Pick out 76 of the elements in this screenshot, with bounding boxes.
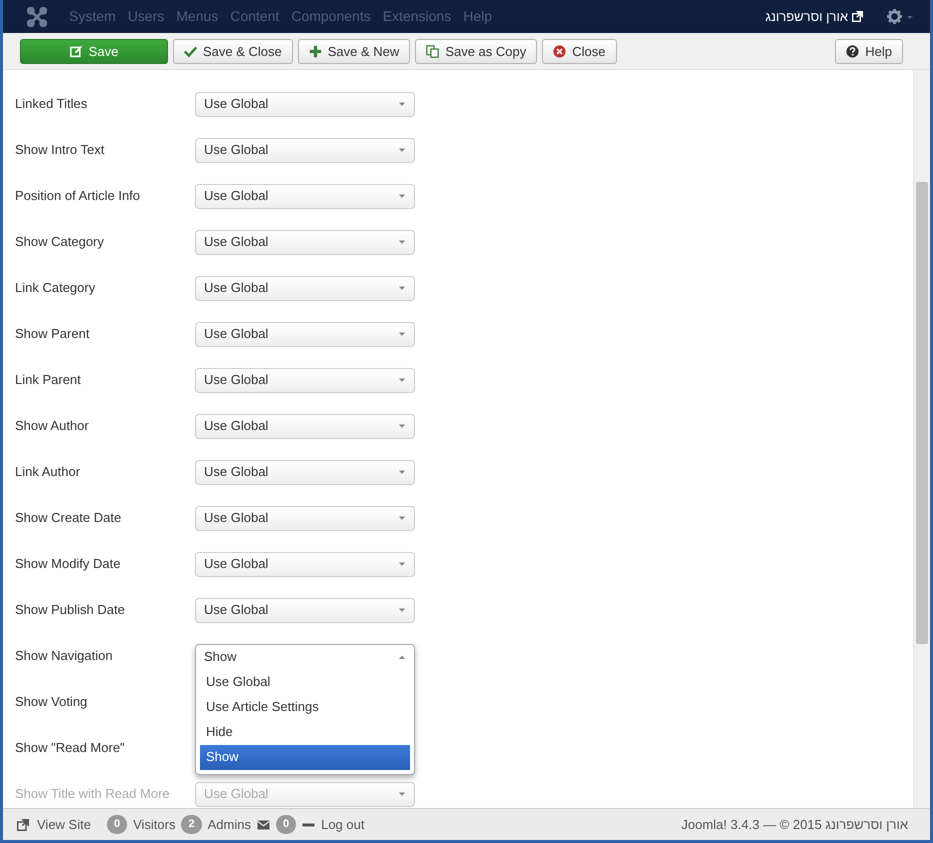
help-icon xyxy=(846,44,860,58)
dropdown-option[interactable]: Use Global xyxy=(200,670,410,694)
scrollbar[interactable] xyxy=(913,70,930,808)
select-field[interactable]: Use Global xyxy=(195,368,415,392)
select-field[interactable]: Use Global xyxy=(195,276,415,300)
field-label: Show Publish Date xyxy=(15,601,126,620)
caret-down-icon xyxy=(398,606,406,614)
select-field[interactable]: Use Global xyxy=(195,138,415,162)
user-link[interactable]: אורן וסרשפרונג xyxy=(765,6,863,26)
field-label: Link Author xyxy=(15,463,82,482)
settings-icon xyxy=(887,9,902,24)
field-label: Show Category xyxy=(15,233,105,252)
message-count: 0 xyxy=(276,815,296,834)
select-field[interactable]: Use Global xyxy=(195,230,415,254)
field-label: Show Title with Read More xyxy=(15,785,171,804)
save-button[interactable]: Save & New xyxy=(298,38,410,64)
copyright-text: Joomla! 3.4.3 — © 2015 אורן וסרשפרונג xyxy=(681,816,908,834)
caret-down-icon xyxy=(398,100,406,108)
envelope-icon xyxy=(256,818,270,830)
caret-down-icon xyxy=(398,284,406,292)
caret-up-icon xyxy=(398,653,406,661)
select-field[interactable]: Use Global xyxy=(195,460,415,484)
select-field[interactable]: Use Global xyxy=(195,506,415,530)
caret-down-icon xyxy=(398,468,406,476)
select-field[interactable]: Use Global xyxy=(195,92,415,116)
dropdown-option[interactable]: Use Article Settings xyxy=(200,694,410,720)
caret-down-icon xyxy=(398,192,406,200)
dropdown-option[interactable]: Hide xyxy=(200,720,410,744)
select-field[interactable]: Use Global xyxy=(195,184,415,208)
field-label: Show Navigation xyxy=(15,647,114,666)
field-label: Show Voting xyxy=(15,693,88,712)
save-button[interactable]: Save & Close xyxy=(173,38,293,64)
field-label: Show Parent xyxy=(15,325,90,344)
select-field[interactable]: Use Global xyxy=(195,322,415,346)
close-icon xyxy=(553,44,566,58)
edit-icon xyxy=(70,44,83,58)
field-label: Position of Article Info xyxy=(15,187,142,206)
admin-count: 2 xyxy=(181,815,202,834)
caret-down-icon xyxy=(398,238,406,246)
save-button[interactable]: Save xyxy=(20,38,168,64)
field-label: Show Create Date xyxy=(15,509,122,528)
field-label: Linked Titles xyxy=(15,95,88,114)
check-icon xyxy=(184,44,197,58)
visitors-label: Visitors xyxy=(133,816,176,834)
plus-icon xyxy=(308,44,322,58)
logo-icon xyxy=(27,6,47,26)
caret-down-icon xyxy=(398,330,406,338)
help-button[interactable]: Help xyxy=(835,38,903,64)
copy-icon xyxy=(426,44,440,58)
field-label: Link Category xyxy=(15,279,96,298)
view-site-link[interactable]: View Site xyxy=(17,814,91,834)
external-link-icon xyxy=(17,818,29,830)
select-field[interactable]: Use Global xyxy=(195,552,415,576)
logout-link[interactable]: Log out xyxy=(321,814,364,834)
scrollbar-thumb[interactable] xyxy=(916,182,928,644)
external-link-icon xyxy=(852,11,863,22)
select-field[interactable]: Use Global xyxy=(195,598,415,622)
field-label: Show "Read More" xyxy=(15,739,126,758)
select-field[interactable]: Show xyxy=(196,644,414,670)
save-button[interactable]: Save as Copy xyxy=(415,38,538,64)
caret-down-icon xyxy=(398,514,406,522)
caret-down-icon xyxy=(398,560,406,568)
caret-down-icon xyxy=(398,422,406,430)
caret-down-icon xyxy=(398,790,406,798)
dropdown-option[interactable]: Show xyxy=(200,744,410,770)
field-label: Show Intro Text xyxy=(15,141,106,160)
field-label: Show Author xyxy=(15,417,90,436)
admins-label: Admins xyxy=(208,816,251,834)
close-button[interactable]: Close xyxy=(542,38,616,64)
caret-down-icon xyxy=(398,376,406,384)
caret-down-icon xyxy=(398,146,406,154)
select-field[interactable]: Use Global xyxy=(195,414,415,438)
settings-menu[interactable] xyxy=(887,9,914,24)
visitor-count: 0 xyxy=(106,815,128,834)
field-label: Show Modify Date xyxy=(15,555,122,574)
field-label: Link Parent xyxy=(15,371,82,390)
